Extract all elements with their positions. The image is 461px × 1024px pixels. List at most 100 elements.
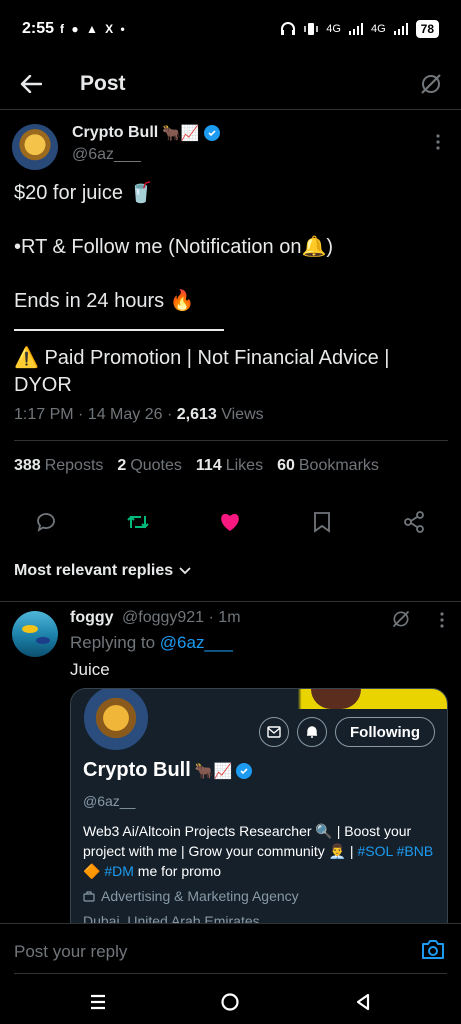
reply-author-name[interactable]: foggy [70, 609, 114, 626]
profile-category: Advertising & Marketing Agency [83, 888, 299, 904]
views-count: 2,613 [176, 406, 217, 423]
bookmarks-label: Bookmarks [298, 457, 379, 474]
separator-line [14, 329, 224, 331]
profile-bio: Web3 Ai/Altcoin Projects Researcher 🔍 | … [83, 821, 439, 881]
more-options-button[interactable] [428, 132, 448, 152]
reply-text: Juice [70, 660, 110, 679]
replies-filter-label: Most relevant replies [14, 562, 174, 579]
likes-label: Likes [225, 457, 264, 474]
comment-icon [37, 513, 55, 532]
tweet-line: $20 for juice 🥤 [14, 182, 154, 204]
author-handle[interactable]: @6az___ [72, 146, 141, 164]
likes-stat[interactable]: 114 Likes [196, 457, 263, 475]
network-label: 4G [326, 23, 341, 35]
bio-hashtag: #SOL [357, 843, 393, 859]
camera-button[interactable] [421, 938, 447, 964]
briefcase-icon [83, 890, 95, 902]
replying-prefix: Replying to [70, 633, 160, 652]
tweet-text: $20 for juice 🥤 •RT & Follow me (Notific… [14, 180, 444, 399]
reply-grok-button[interactable] [391, 609, 411, 634]
grok-button[interactable] [415, 68, 447, 100]
replying-to-handle[interactable]: @6az___ [160, 633, 233, 652]
reposts-stat[interactable]: 388 Reposts [14, 457, 103, 475]
profile-name-text: Crypto Bull [83, 759, 191, 781]
status-left: 2:55 f ● ▲ X • [22, 20, 127, 38]
repost-button[interactable] [122, 506, 154, 538]
author-name-text: Crypto Bull [72, 124, 159, 141]
notify-button [297, 717, 328, 747]
divider [0, 601, 461, 602]
menu-icon [91, 994, 105, 1010]
reply-image-card[interactable]: Following Crypto Bull 🐂📈 @6az__ Web3 Ai/… [70, 688, 448, 923]
network-label-2: 4G [370, 23, 386, 35]
reply-avatar[interactable] [12, 611, 58, 657]
system-navigation-bar [0, 979, 461, 1024]
profile-emojis: 🐂📈 [194, 762, 233, 780]
bio-text: me for promo [133, 863, 222, 879]
like-button[interactable] [214, 506, 246, 538]
headphones-icon [281, 22, 296, 35]
mail-icon [267, 726, 281, 738]
message-button [259, 717, 290, 747]
reply-item[interactable]: foggy @foggy921 · 1m Replying to @6az___… [0, 603, 461, 923]
replies-filter-dropdown[interactable]: Most relevant replies [14, 562, 191, 580]
grok-icon [421, 74, 441, 94]
verified-badge-icon [203, 125, 220, 141]
share-button[interactable] [398, 506, 430, 538]
camera-icon [422, 940, 444, 959]
reply-composer: Post your reply [0, 923, 461, 979]
home-button[interactable] [217, 989, 243, 1015]
quotes-count: 2 [117, 457, 127, 474]
quotes-stat[interactable]: 2 Quotes [117, 457, 182, 475]
author-name[interactable]: Crypto Bull 🐂📈 [72, 124, 220, 142]
arrow-left-icon [20, 74, 42, 93]
author-row: Crypto Bull 🐂📈 @6az___ [12, 122, 452, 172]
more-vertical-icon [436, 134, 440, 150]
home-circle-icon [221, 993, 239, 1011]
tweet-stats: 388 Reposts 2 Quotes 114 Likes 60 Bookmarks [14, 457, 379, 475]
page-title: Post [80, 71, 126, 95]
quotes-label: Quotes [130, 457, 182, 474]
status-time: 2:55 [22, 20, 55, 37]
replying-to: Replying to @6az___ [70, 633, 233, 653]
author-avatar[interactable] [12, 124, 58, 170]
chevron-down-icon [179, 567, 191, 575]
reply-button[interactable] [30, 506, 62, 538]
reposts-label: Reposts [44, 457, 104, 474]
bio-text: 🔶 [83, 863, 105, 879]
status-bar: 2:55 f ● ▲ X • 4G 4G 78 [0, 0, 461, 58]
tweet-meta: 1:17 PM · 14 May 26 · 2,613 Views [14, 406, 264, 424]
reply-header: foggy @foggy921 · 1m [70, 609, 241, 627]
likes-count: 114 [195, 457, 222, 474]
views-label: Views [216, 406, 264, 423]
profile-name: Crypto Bull 🐂📈 [83, 759, 253, 782]
reposts-count: 388 [14, 457, 41, 474]
profile-avatar [81, 689, 151, 753]
reply-more-button[interactable] [439, 611, 445, 634]
verified-badge-icon [236, 762, 253, 779]
tweet-line: •RT & Follow me (Notification on🔔) [14, 236, 334, 258]
bookmarks-count: 60 [277, 457, 295, 474]
bookmarks-stat[interactable]: 60 Bookmarks [277, 457, 379, 475]
status-right: 4G 4G 78 [280, 20, 439, 38]
top-header: Post [0, 58, 461, 110]
tweet-actions [0, 502, 461, 542]
share-icon [404, 511, 424, 533]
profile-category-text: Advertising & Marketing Agency [101, 888, 299, 904]
back-nav-button[interactable] [350, 989, 376, 1015]
tweet-line [14, 207, 444, 234]
reply-handle[interactable]: @foggy921 [122, 609, 204, 626]
reply-input[interactable]: Post your reply [14, 942, 127, 962]
repost-icon [127, 515, 149, 529]
divider [14, 440, 448, 441]
recent-apps-button[interactable] [85, 989, 111, 1015]
following-button: Following [335, 717, 435, 747]
bio-hashtag: #BNB [396, 843, 434, 859]
composer-underline [14, 973, 447, 974]
back-button[interactable] [0, 58, 62, 110]
back-triangle-icon [356, 993, 370, 1011]
notification-icons: f ● ▲ X • [60, 22, 127, 36]
tweet-line: Ends in 24 hours 🔥 [14, 290, 195, 312]
profile-handle: @6az__ [83, 793, 136, 809]
bookmark-button[interactable] [306, 506, 338, 538]
